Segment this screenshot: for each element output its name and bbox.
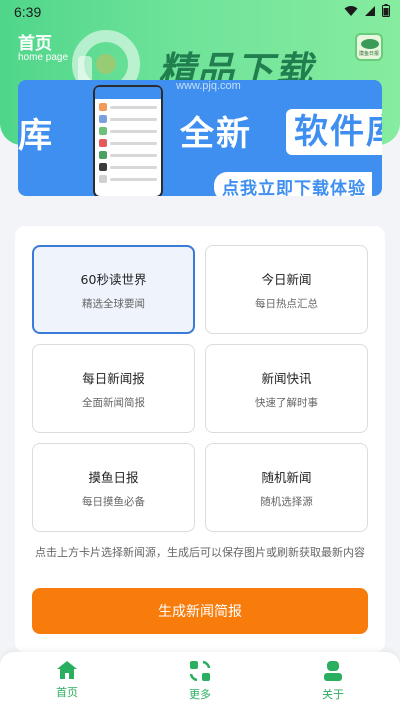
page-title: 首页 [18, 34, 52, 54]
app-logo[interactable]: 摸鱼日报 [355, 33, 383, 61]
nav-label-about: 关于 [322, 688, 344, 701]
nav-item-more[interactable]: 更多 [165, 660, 235, 702]
source-desc: 快速了解时事 [255, 396, 318, 409]
source-title: 新闻快讯 [261, 370, 312, 386]
source-card-moyu[interactable]: 摸鱼日报 每日摸鱼必备 [32, 443, 195, 532]
source-card-flash[interactable]: 新闻快讯 快速了解时事 [205, 344, 368, 433]
fish-icon [361, 39, 379, 49]
source-card-60s[interactable]: 60秒读世界 精选全球要闻 [32, 245, 195, 334]
banner-cta[interactable]: 点我立即下载体验 [214, 172, 372, 196]
nav-item-about[interactable]: 关于 [298, 660, 368, 702]
source-desc: 随机选择源 [260, 495, 313, 508]
status-bar: 6:39 [0, 0, 400, 24]
hint-text: 点击上方卡片选择新闻源，生成后可以保存图片或刷新获取最新内容 [35, 546, 365, 559]
watermark-url: www.pjq.com [176, 80, 241, 92]
source-title: 摸鱼日报 [88, 469, 139, 485]
battery-icon [382, 4, 390, 17]
signal-icon [365, 5, 375, 16]
source-title: 今日新闻 [261, 271, 312, 287]
app-logo-text: 摸鱼日报 [358, 51, 379, 57]
status-icons [344, 4, 390, 17]
source-card-today[interactable]: 今日新闻 每日热点汇总 [205, 245, 368, 334]
banner-headline: 全新 [180, 114, 252, 154]
banner-highlight: 软件库 [286, 109, 382, 155]
generate-news-button[interactable]: 生成新闻简报 [32, 588, 368, 634]
source-desc: 精选全球要闻 [82, 297, 145, 310]
more-icon [189, 660, 211, 682]
source-title: 每日新闻报 [82, 370, 145, 386]
nav-label-home: 首页 [56, 686, 78, 699]
news-source-card: 60秒读世界 精选全球要闻 今日新闻 每日热点汇总 每日新闻报 全面新闻简报 新… [15, 226, 385, 652]
banner-left-text: 库 [18, 116, 54, 156]
source-desc: 全面新闻简报 [82, 396, 145, 409]
source-title: 60秒读世界 [80, 271, 147, 287]
wifi-icon [344, 5, 358, 16]
source-title: 随机新闻 [261, 469, 312, 485]
bottom-nav: 首页 更多 关于 [0, 652, 400, 712]
source-card-daily[interactable]: 每日新闻报 全面新闻简报 [32, 344, 195, 433]
user-icon [324, 661, 342, 681]
source-desc: 每日摸鱼必备 [82, 495, 145, 508]
status-time: 6:39 [14, 4, 42, 20]
news-source-grid: 60秒读世界 精选全球要闻 今日新闻 每日热点汇总 每日新闻报 全面新闻简报 新… [32, 245, 368, 532]
source-desc: 每日热点汇总 [255, 297, 318, 310]
home-icon [57, 661, 77, 679]
nav-item-home[interactable]: 首页 [32, 660, 102, 700]
promo-banner[interactable]: 库 全新 软件库 点我立即下载体验 [18, 80, 382, 196]
nav-label-more: 更多 [189, 688, 211, 701]
page-subtitle: home page [18, 52, 69, 63]
source-card-random[interactable]: 随机新闻 随机选择源 [205, 443, 368, 532]
banner-phone-illustration [93, 85, 163, 196]
